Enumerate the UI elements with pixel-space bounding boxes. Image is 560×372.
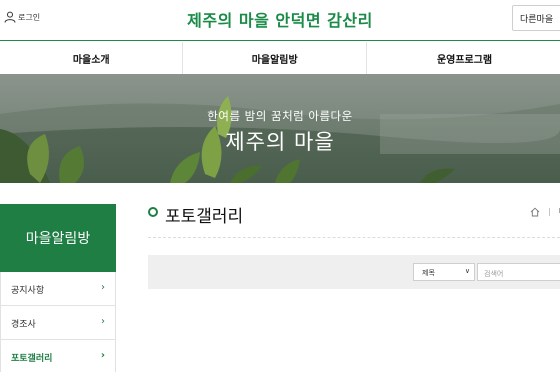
sidebar-item-label: 경조사 [11,320,36,330]
select-value: 제목 [422,269,435,277]
sidebar-item-photo-gallery[interactable]: 포토갤러리 › [0,340,116,372]
sidebar-item-label: 포토갤러리 [11,354,53,364]
sidebar-item-family-events[interactable]: 경조사 › [0,306,116,340]
nav-item-village-intro[interactable]: 마을소개 [0,42,184,74]
site-title[interactable]: 제주의 마을 안덕면 감산리 [0,7,560,31]
hero-banner: 한여름 밤의 꿈처럼 아름다운 제주의 마을 [0,74,560,183]
banner-subtitle: 한여름 밤의 꿈처럼 아름다운 [207,109,353,123]
breadcrumb-separator: | [548,207,551,216]
other-village-button[interactable]: 다른마을 [512,5,560,31]
chevron-right-icon: › [100,350,105,361]
nav-item-village-notice[interactable]: 마을알림방 [183,42,367,74]
chevron-right-icon: › [101,316,105,327]
sidebar-item-label: 공지사항 [11,286,45,296]
banner-title: 제주의 마을 [225,130,335,154]
sidebar-item-notice[interactable]: 공지사항 › [0,272,116,306]
nav-item-programs[interactable]: 운영프로그램 [367,42,560,74]
main-nav: 마을소개 마을알림방 운영프로그램 [0,42,560,74]
page-title: 포토갤러리 [165,207,244,227]
search-input[interactable] [477,263,560,281]
sidebar-heading: 마을알림방 [0,204,116,272]
home-icon[interactable] [530,207,540,217]
divider [148,237,560,238]
title-bullet-icon [148,207,158,217]
chevron-right-icon: › [101,282,105,293]
chevron-down-icon: ∨ [464,267,470,275]
search-field-select[interactable]: 제목 ∨ [413,263,475,281]
breadcrumb: | 마 [530,206,560,217]
top-bar: 로그인 제주의 마을 안덕면 감산리 다른마을 [0,0,560,41]
